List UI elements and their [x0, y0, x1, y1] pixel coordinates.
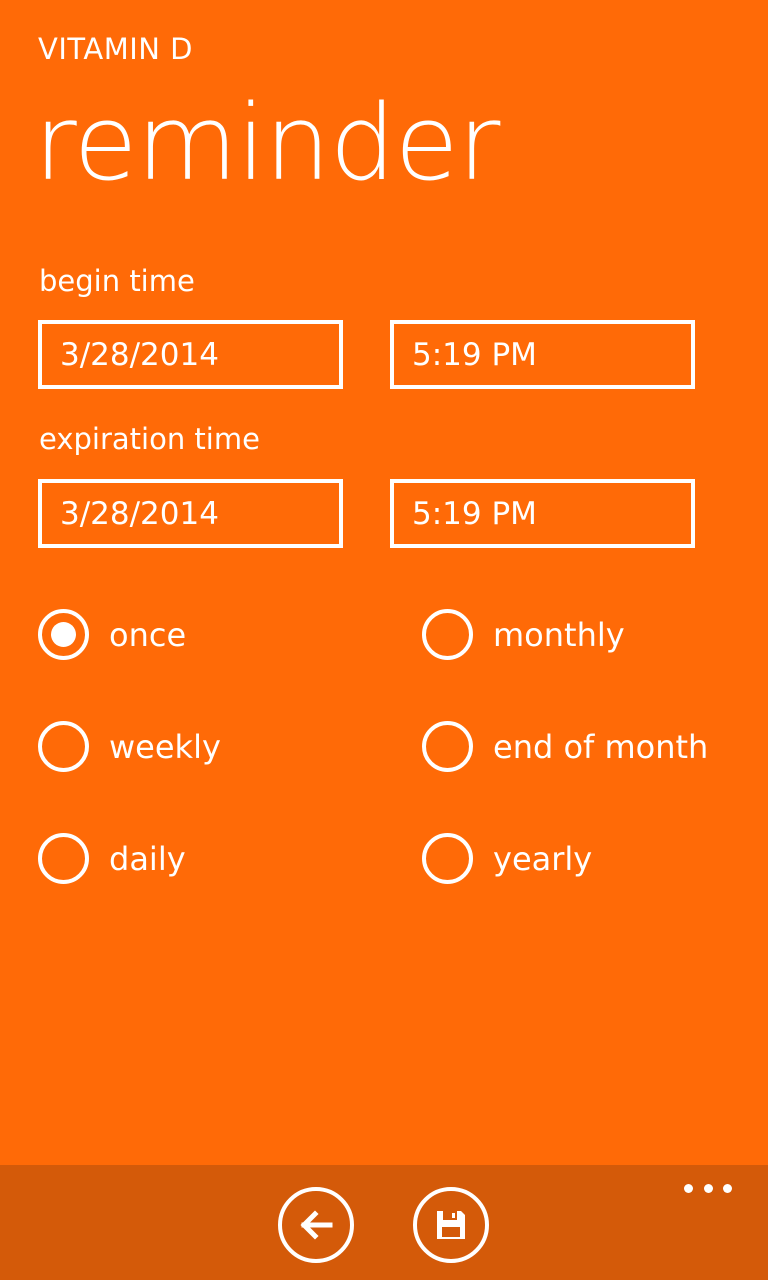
radio-once[interactable]: once: [38, 609, 186, 660]
expiration-time-picker[interactable]: 5:19 PM: [390, 479, 695, 548]
more-icon[interactable]: [684, 1179, 732, 1197]
begin-time-picker[interactable]: 5:19 PM: [390, 320, 695, 389]
radio-weekly[interactable]: weekly: [38, 721, 221, 772]
radio-circle-selected: [38, 609, 89, 660]
expiration-date-value: 3/28/2014: [60, 495, 219, 532]
back-arrow-icon: [300, 1210, 333, 1240]
radio-end-of-month[interactable]: end of month: [422, 721, 708, 772]
expiration-date-picker[interactable]: 3/28/2014: [38, 479, 343, 548]
radio-yearly[interactable]: yearly: [422, 833, 592, 884]
radio-label-end-of-month: end of month: [493, 727, 709, 766]
radio-monthly[interactable]: monthly: [422, 609, 625, 660]
radio-circle: [38, 721, 89, 772]
app-bar: [0, 1165, 768, 1280]
radio-label-monthly: monthly: [493, 615, 625, 654]
page-title: reminder: [34, 82, 500, 204]
radio-label-daily: daily: [109, 839, 186, 878]
radio-label-yearly: yearly: [493, 839, 593, 878]
begin-time-value: 5:19 PM: [412, 336, 537, 373]
radio-selected-dot: [51, 622, 76, 647]
back-button[interactable]: [278, 1187, 354, 1263]
expiration-time-value: 5:19 PM: [412, 495, 537, 532]
radio-label-once: once: [109, 615, 187, 654]
radio-circle: [422, 721, 473, 772]
radio-label-weekly: weekly: [109, 727, 221, 766]
begin-date-picker[interactable]: 3/28/2014: [38, 320, 343, 389]
radio-circle: [422, 609, 473, 660]
begin-time-label: begin time: [39, 264, 195, 298]
save-icon: [437, 1211, 465, 1239]
radio-circle: [38, 833, 89, 884]
radio-daily[interactable]: daily: [38, 833, 186, 884]
begin-date-value: 3/28/2014: [60, 336, 219, 373]
save-button[interactable]: [413, 1187, 489, 1263]
app-title: VITAMIN D: [38, 32, 194, 66]
expiration-time-label: expiration time: [39, 422, 260, 456]
radio-circle: [422, 833, 473, 884]
